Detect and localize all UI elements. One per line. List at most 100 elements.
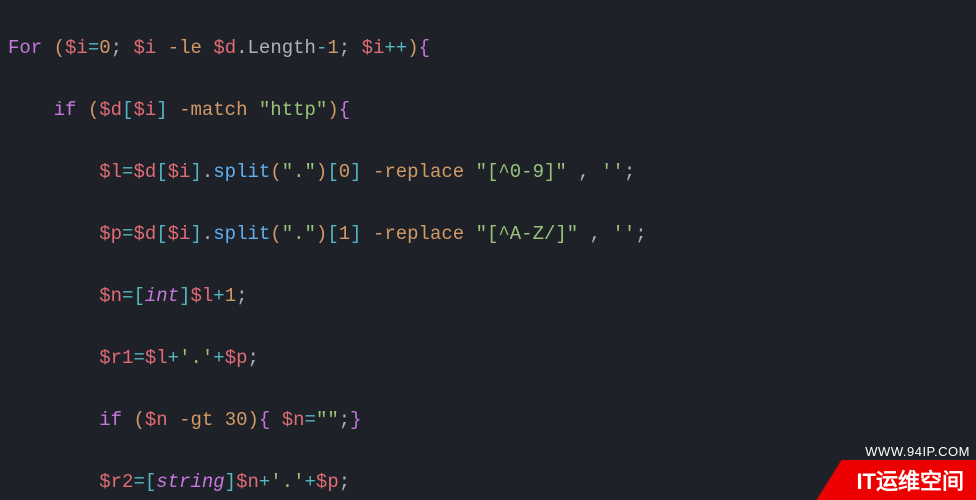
bracket-close: ] xyxy=(350,223,361,245)
op-plus: + xyxy=(259,471,270,493)
string-http: "http" xyxy=(259,99,327,121)
string-dot: '.' xyxy=(270,471,304,493)
paren-close: ) xyxy=(316,223,327,245)
paren-close: ) xyxy=(316,161,327,183)
prop-length: Length xyxy=(248,37,316,59)
code-line: $l=$d[$i].split(".")[0] -replace "[^0-9]… xyxy=(8,157,968,188)
string-empty: '' xyxy=(612,223,635,245)
code-line: $r1=$l+'.'+$p; xyxy=(8,343,968,374)
op-match: -match xyxy=(179,99,247,121)
num-1: 1 xyxy=(327,37,338,59)
op-eq: = xyxy=(133,471,144,493)
semicolon: ; xyxy=(624,161,635,183)
brace-close: } xyxy=(350,409,361,431)
watermark-text: IT运维空间 xyxy=(816,460,976,500)
string-dot: '.' xyxy=(179,347,213,369)
var-i: $i xyxy=(133,99,156,121)
bracket-close: ] xyxy=(225,471,236,493)
var-i: $i xyxy=(168,223,191,245)
var-i: $i xyxy=(65,37,88,59)
var-n: $n xyxy=(145,409,168,431)
op-eq: = xyxy=(88,37,99,59)
var-i: $i xyxy=(133,37,156,59)
semicolon: ; xyxy=(339,471,350,493)
op-eq: = xyxy=(122,161,133,183)
code-line: if ($n -gt 30){ $n="";} xyxy=(8,405,968,436)
var-d: $d xyxy=(213,37,236,59)
num-1: 1 xyxy=(225,285,236,307)
op-replace: -replace xyxy=(373,223,464,245)
brace-open: { xyxy=(259,409,270,431)
semicolon: ; xyxy=(236,285,247,307)
keyword-if: if xyxy=(99,409,122,431)
dot: . xyxy=(236,37,247,59)
code-line: if ($d[$i] -match "http"){ xyxy=(8,95,968,126)
bracket-close: ] xyxy=(350,161,361,183)
op-plus: + xyxy=(213,347,224,369)
bracket-open: [ xyxy=(156,223,167,245)
brace-open: { xyxy=(419,37,430,59)
dot: . xyxy=(202,161,213,183)
watermark-url: WWW.94IP.COM xyxy=(816,444,976,459)
semicolon: ; xyxy=(339,409,350,431)
var-r2: $r2 xyxy=(99,471,133,493)
var-r1: $r1 xyxy=(99,347,133,369)
var-n: $n xyxy=(99,285,122,307)
op-eq: = xyxy=(133,347,144,369)
code-editor: For ($i=0; $i -le $d.Length-1; $i++){ if… xyxy=(0,0,976,500)
comma: , xyxy=(590,223,601,245)
op-plus: + xyxy=(213,285,224,307)
fn-split: split xyxy=(213,161,270,183)
var-l: $l xyxy=(190,285,213,307)
bracket-open: [ xyxy=(122,99,133,121)
semicolon: ; xyxy=(248,347,259,369)
bracket-open: [ xyxy=(327,223,338,245)
type-string: string xyxy=(156,471,224,493)
var-i: $i xyxy=(168,161,191,183)
bracket-open: [ xyxy=(145,471,156,493)
comma: , xyxy=(578,161,589,183)
paren-open: ( xyxy=(270,161,281,183)
bracket-open: [ xyxy=(156,161,167,183)
var-p: $p xyxy=(316,471,339,493)
op-minus: - xyxy=(316,37,327,59)
paren-open: ( xyxy=(270,223,281,245)
watermark: WWW.94IP.COM IT运维空间 xyxy=(816,444,976,500)
dot: . xyxy=(202,223,213,245)
paren-open: ( xyxy=(88,99,99,121)
brace-open: { xyxy=(339,99,350,121)
op-plus: + xyxy=(305,471,316,493)
bracket-close: ] xyxy=(190,161,201,183)
op-inc: ++ xyxy=(384,37,407,59)
op-eq: = xyxy=(122,223,133,245)
op-eq: = xyxy=(305,409,316,431)
type-int: int xyxy=(145,285,179,307)
string-dot: "." xyxy=(282,161,316,183)
var-d: $d xyxy=(133,223,156,245)
bracket-close: ] xyxy=(179,285,190,307)
string-empty: "" xyxy=(316,409,339,431)
var-n: $n xyxy=(282,409,305,431)
string-regex: "[^A-Z/]" xyxy=(476,223,579,245)
paren-open: ( xyxy=(133,409,144,431)
num-30: 30 xyxy=(225,409,248,431)
keyword-if: if xyxy=(54,99,77,121)
code-line: $n=[int]$l+1; xyxy=(8,281,968,312)
bracket-close: ] xyxy=(190,223,201,245)
var-l: $l xyxy=(145,347,168,369)
bracket-open: [ xyxy=(327,161,338,183)
bracket-open: [ xyxy=(133,285,144,307)
code-line: For ($i=0; $i -le $d.Length-1; $i++){ xyxy=(8,33,968,64)
semicolon: ; xyxy=(111,37,122,59)
var-p: $p xyxy=(225,347,248,369)
code-line: $p=$d[$i].split(".")[1] -replace "[^A-Z/… xyxy=(8,219,968,250)
string-dot: "." xyxy=(282,223,316,245)
op-plus: + xyxy=(168,347,179,369)
bracket-close: ] xyxy=(156,99,167,121)
var-d: $d xyxy=(99,99,122,121)
var-p: $p xyxy=(99,223,122,245)
paren-open: ( xyxy=(54,37,65,59)
var-d: $d xyxy=(133,161,156,183)
fn-split: split xyxy=(213,223,270,245)
keyword-for: For xyxy=(8,37,42,59)
